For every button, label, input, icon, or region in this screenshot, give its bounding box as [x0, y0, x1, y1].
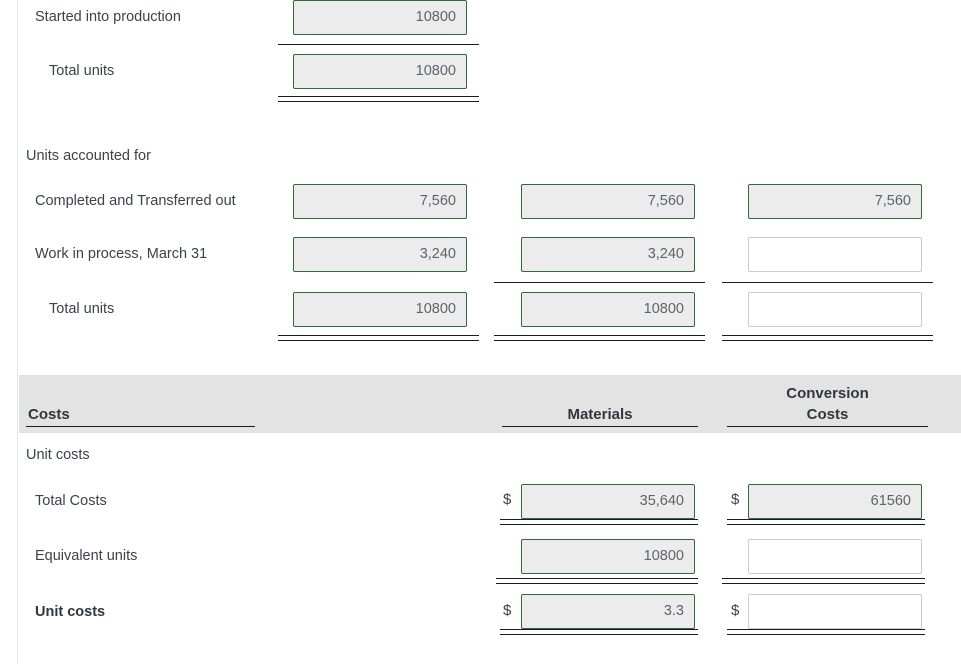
rule-double-total-units-accounted-3 [722, 335, 933, 341]
costs-header-band [19, 375, 961, 433]
heading-unit-costs: Unit costs [26, 447, 90, 463]
header-conversion-underline [727, 426, 928, 427]
input-equivalent-units-conversion[interactable] [748, 539, 922, 574]
input-work-in-process-conversion[interactable] [748, 237, 922, 272]
rule-double-unit-costs-conversion [727, 629, 925, 635]
header-materials-underline [502, 426, 698, 427]
input-total-units-accounted-units[interactable]: 10800 [293, 292, 467, 327]
input-unit-costs-materials[interactable]: 3.3 [521, 594, 695, 629]
rule-single-started [278, 44, 479, 45]
input-total-costs-materials[interactable]: 35,640 [521, 484, 695, 519]
rule-double-unit-costs-materials [500, 629, 698, 635]
header-conversion-line1: Conversion [786, 385, 869, 402]
header-costs-underline [26, 426, 255, 427]
label-equivalent-units: Equivalent units [35, 548, 138, 564]
rule-double-equivalent-units-materials [496, 578, 698, 584]
header-costs: Costs [28, 406, 70, 423]
rule-single-materials-accounted [494, 282, 705, 283]
input-total-units-accounted-conversion[interactable] [748, 292, 922, 327]
label-total-units-top: Total units [49, 63, 115, 79]
label-total-costs: Total Costs [35, 493, 107, 509]
input-total-units-accounted-materials[interactable]: 10800 [521, 292, 695, 327]
rule-double-total-costs-materials [500, 519, 698, 525]
rule-double-total-units-accounted-2 [494, 335, 705, 341]
label-started-into-production: Started into production [35, 9, 181, 25]
input-started-into-production[interactable]: 10800 [293, 0, 467, 35]
rule-single-conversion-accounted [722, 282, 933, 283]
rule-double-equivalent-units-conversion [722, 578, 925, 584]
input-total-costs-conversion[interactable]: 61560 [748, 484, 922, 519]
input-work-in-process-materials[interactable]: 3,240 [521, 237, 695, 272]
dollar-sign-total-costs-conversion: $ [731, 491, 740, 508]
header-conversion-line2: Costs [806, 406, 849, 423]
label-work-in-process-march-31: Work in process, March 31 [35, 246, 208, 262]
dollar-sign-unit-costs-conversion: $ [731, 602, 740, 619]
label-completed-transferred-out: Completed and Transferred out [35, 193, 236, 209]
input-completed-transferred-out-conversion[interactable]: 7,560 [748, 184, 922, 219]
label-total-units-accounted: Total units [49, 301, 115, 317]
input-equivalent-units-materials[interactable]: 10800 [521, 539, 695, 574]
heading-units-accounted-for: Units accounted for [26, 148, 151, 164]
input-completed-transferred-out-units[interactable]: 7,560 [293, 184, 467, 219]
input-total-units-top[interactable]: 10800 [293, 54, 467, 89]
label-unit-costs-row: Unit costs [35, 604, 106, 620]
rule-double-total-units-top [278, 96, 479, 102]
process-costing-worksheet: Started into production 10800 Total unit… [0, 0, 961, 664]
input-completed-transferred-out-materials[interactable]: 7,560 [521, 184, 695, 219]
dollar-sign-unit-costs-materials: $ [503, 602, 512, 619]
rule-double-total-costs-conversion [727, 519, 925, 525]
input-work-in-process-units[interactable]: 3,240 [293, 237, 467, 272]
input-unit-costs-conversion[interactable] [748, 594, 922, 629]
left-rail-divider [17, 0, 18, 664]
dollar-sign-total-costs-materials: $ [503, 491, 512, 508]
header-materials: Materials [567, 406, 633, 423]
rule-double-total-units-accounted-1 [278, 335, 479, 341]
